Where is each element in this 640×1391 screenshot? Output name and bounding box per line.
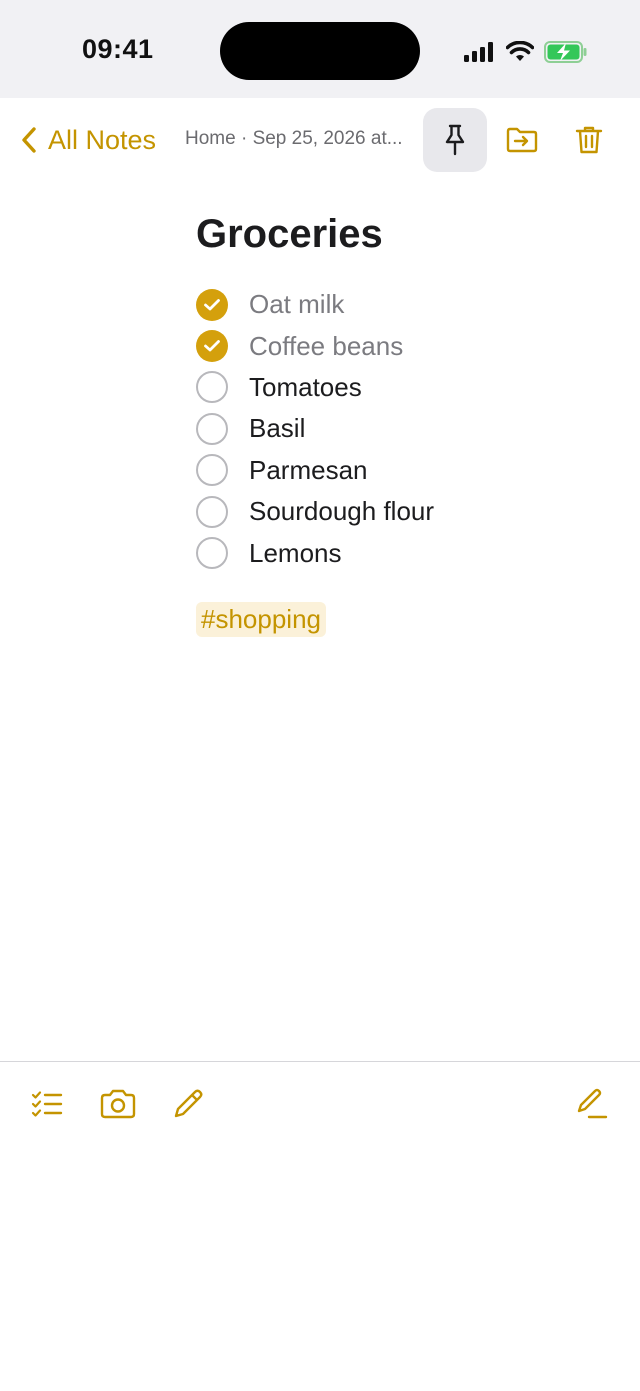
checklist-item-label[interactable]: Basil [249,413,305,444]
markup-button[interactable] [166,1082,210,1126]
checklist-item: Tomatoes [196,367,616,408]
checkbox-checked[interactable] [196,330,228,363]
cellular-signal-icon [464,42,493,62]
pin-icon [445,124,465,156]
checklist-item: Coffee beans [196,325,616,366]
status-icons [464,38,588,66]
checklist-icon [31,1091,63,1117]
delete-button[interactable] [567,118,611,162]
folder-move-icon [506,127,538,153]
checkbox-unchecked[interactable] [196,454,228,487]
camera-icon [100,1089,136,1119]
checkbox-unchecked[interactable] [196,495,228,528]
dynamic-island [220,22,420,80]
note-body[interactable]: Groceries Oat milk Coffee beans Tomatoes [196,206,616,637]
hashtag-shopping[interactable]: #shopping [196,601,326,637]
camera-button[interactable] [96,1082,140,1126]
status-time: 09:41 [82,34,154,64]
chevron-left-icon [22,127,36,153]
checkmark-icon [204,340,220,352]
checkbox-unchecked[interactable] [196,371,228,404]
checklist-item: Parmesan [196,450,616,491]
checkbox-unchecked[interactable] [196,412,228,445]
move-to-folder-button[interactable] [500,118,544,162]
status-bar: 09:41 [0,0,640,98]
bottom-toolbar [0,1061,640,1145]
checklist-item: Lemons [196,532,616,573]
compose-icon [577,1088,608,1119]
markup-pen-icon [174,1089,203,1118]
checklist-button[interactable] [25,1082,69,1126]
checklist-item-label[interactable]: Oat milk [249,289,344,320]
trash-icon [575,126,603,154]
checklist-item: Oat milk [196,284,616,325]
compose-button[interactable] [570,1082,614,1126]
checkmark-icon [204,298,220,311]
note-title[interactable]: Groceries [196,206,616,262]
checklist-item: Sourdough flour [196,491,616,532]
checklist-item: Basil [196,408,616,449]
checklist-item-label[interactable]: Parmesan [249,455,368,486]
battery-charging-icon [544,41,587,63]
checkbox-unchecked[interactable] [196,537,228,570]
checkbox-checked[interactable] [196,288,228,321]
nav-bar: All Notes Home · Sep 25, 2026 at... [0,98,640,182]
back-label: All Notes [48,124,157,155]
checklist-item-label[interactable]: Lemons [249,538,342,569]
checklist-item-label[interactable]: Tomatoes [249,372,362,403]
checklist: Oat milk Coffee beans Tomatoes Basil Par… [196,284,616,574]
note-meta: Home · Sep 25, 2026 at... [185,128,403,149]
checklist-item-label[interactable]: Coffee beans [249,331,403,362]
wifi-icon [506,41,534,61]
pin-button[interactable] [423,108,487,172]
checklist-item-label[interactable]: Sourdough flour [249,496,434,527]
back-button[interactable]: All Notes [20,118,156,162]
